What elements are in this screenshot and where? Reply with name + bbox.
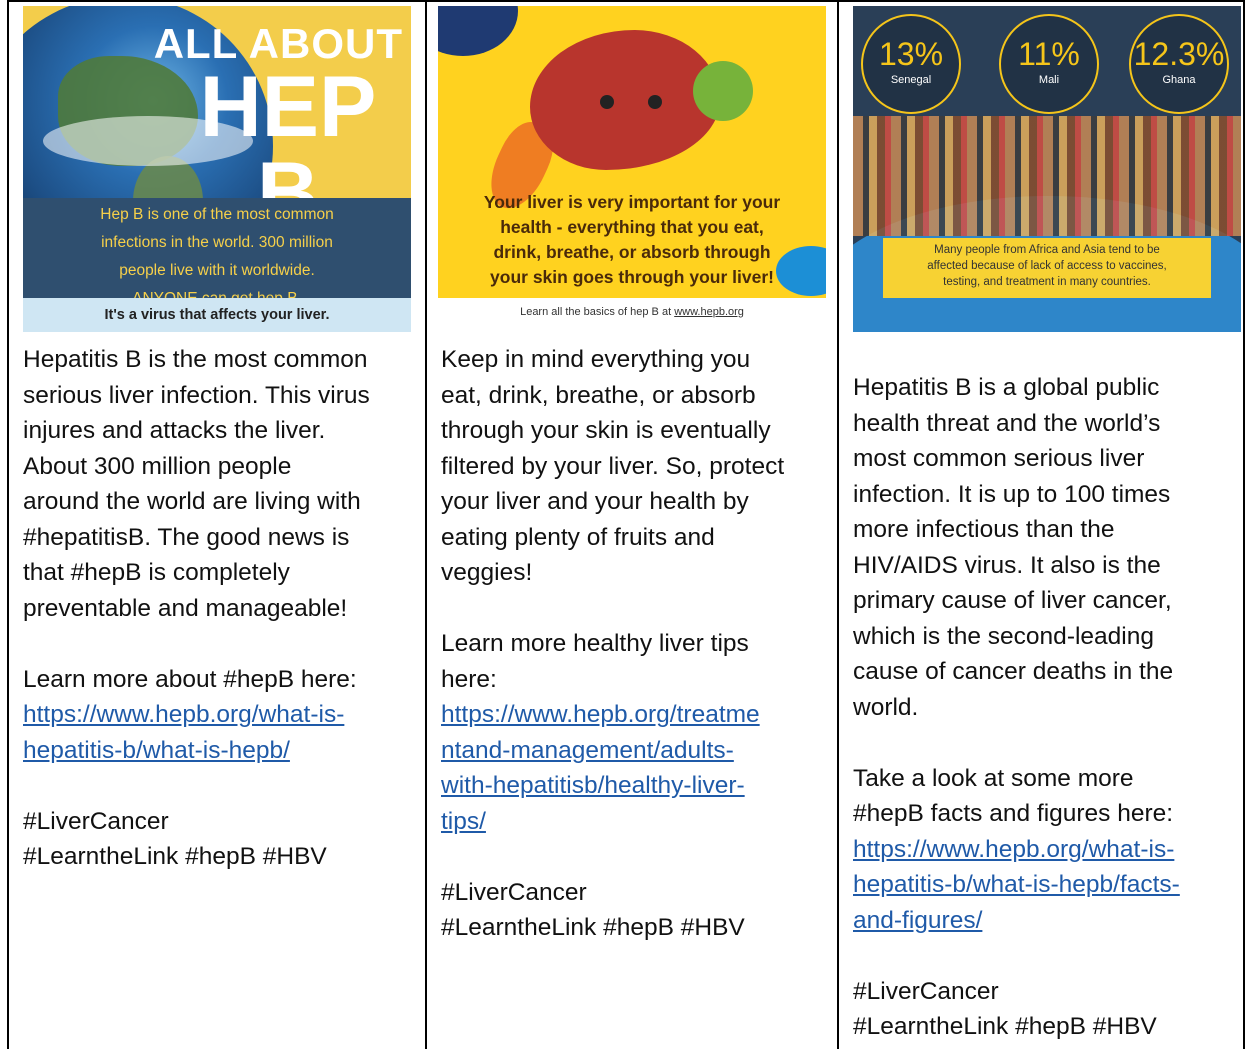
- africa-asia-stats-image: 13% Senegal 11% Mali 12.3% Ghana Many pe…: [853, 6, 1241, 332]
- healthy-liver-link[interactable]: https://www.hepb.org/treatme: [441, 701, 760, 728]
- broccoli-graphic: [693, 61, 753, 121]
- hashtags-line-2: #LearntheLink #hepB #HBV: [853, 1013, 1157, 1040]
- hepb-link[interactable]: https://www.hepb.org/what-is-: [23, 701, 344, 728]
- stat-circle-mali: 11% Mali: [999, 14, 1099, 114]
- hashtags-line-1: #LiverCancer: [23, 807, 169, 835]
- image-footer: Learn all the basics of hep B at www.hep…: [520, 306, 744, 318]
- post-cell-3: 13% Senegal 11% Mali 12.3% Ghana Many pe…: [839, 2, 1243, 1049]
- post-text-2: Keep in mind everything you eat, drink, …: [441, 342, 831, 946]
- post-text-1: Hepatitis B is the most common serious l…: [23, 342, 419, 875]
- post-text-3: Hepatitis B is a global public health th…: [853, 370, 1237, 1045]
- healthy-liver-link-cont[interactable]: with-hepatitisb/healthy-liver-: [441, 772, 745, 799]
- hashtags-line-2: #LearntheLink #hepB #HBV: [23, 843, 327, 870]
- hashtags-line-1: #LiverCancer: [853, 977, 999, 1005]
- healthy-liver-link-cont[interactable]: tips/: [441, 808, 486, 835]
- all-about-hepb-image: ALL ABOUT HEP B Hep B is one of the most…: [23, 6, 411, 332]
- table-border-right: [1243, 0, 1245, 1049]
- learn-more-text: Take a look at some more: [853, 764, 1134, 792]
- image-caption: Your liver is very important for your he…: [483, 192, 781, 287]
- image-strip-text: It's a virus that affects your liver.: [23, 298, 411, 332]
- facts-figures-link[interactable]: https://www.hepb.org/what-is-: [853, 836, 1174, 863]
- image-caption-box: Many people from Africa and Asia tend to…: [883, 238, 1211, 298]
- facts-figures-link-cont[interactable]: and-figures/: [853, 907, 982, 934]
- liver-health-image: Your liver is very important for your he…: [438, 6, 826, 331]
- post-cell-1: ALL ABOUT HEP B Hep B is one of the most…: [9, 2, 425, 1049]
- hashtags-line-2: #LearntheLink #hepB #HBV: [441, 914, 745, 941]
- social-posts-table: ALL ABOUT HEP B Hep B is one of the most…: [7, 0, 1245, 1049]
- stat-circle-ghana: 12.3% Ghana: [1129, 14, 1229, 114]
- learn-more-text: Learn more about #hepB here:: [23, 665, 357, 693]
- hepb-link-cont[interactable]: hepatitis-b/what-is-hepb/: [23, 737, 290, 764]
- image-info-band: Hep B is one of the most common infectio…: [23, 198, 411, 307]
- hashtags-line-1: #LiverCancer: [441, 878, 587, 906]
- facts-figures-link-cont[interactable]: hepatitis-b/what-is-hepb/facts-: [853, 871, 1180, 898]
- post-cell-2: Your liver is very important for your he…: [427, 2, 837, 1049]
- learn-more-text: Learn more healthy liver tips: [441, 630, 749, 657]
- stat-circle-senegal: 13% Senegal: [861, 14, 961, 114]
- crowd-graphic: [853, 116, 1241, 236]
- healthy-liver-link-cont[interactable]: ntand-management/adults-: [441, 737, 734, 764]
